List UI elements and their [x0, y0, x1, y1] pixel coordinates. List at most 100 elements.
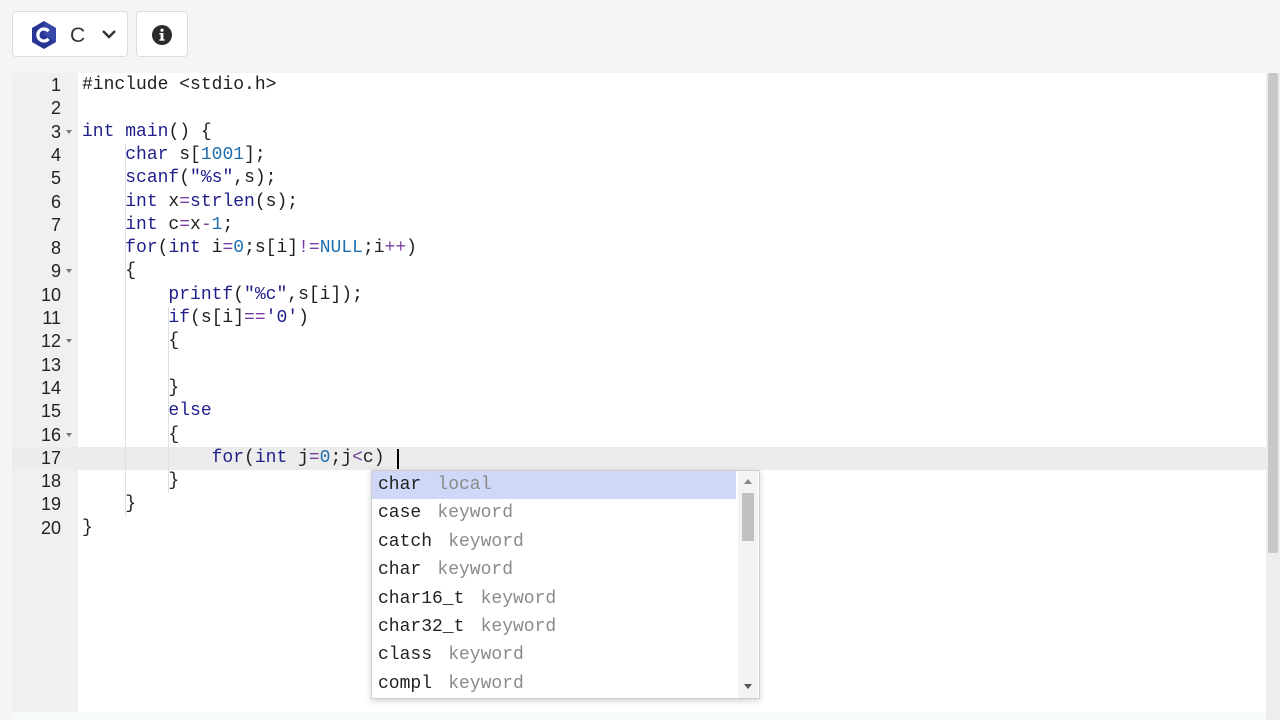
- autocomplete-item[interactable]: catch keyword: [372, 528, 736, 556]
- autocomplete-popup: char local case keyword catch keyword char keyw…: [371, 470, 760, 699]
- autocomplete-item[interactable]: compl keyword: [372, 670, 736, 698]
- autocomplete-item-kind: keyword: [480, 617, 557, 637]
- editor-scrollbar[interactable]: [1266, 73, 1280, 720]
- autocomplete-item-kind: keyword: [437, 560, 514, 581]
- editor-scrollbar-thumb[interactable]: [1268, 73, 1278, 553]
- autocomplete-item[interactable]: char32_t keyword: [372, 613, 736, 641]
- code-line[interactable]: 2: [12, 97, 1266, 120]
- fold-arrow-icon[interactable]: [66, 432, 72, 437]
- code-line[interactable]: 12 {: [12, 330, 1266, 353]
- code-line[interactable]: 8 for(int i=0;s[i]!=NULL;i++): [12, 237, 1266, 260]
- editor-bottom-edge: [12, 712, 1266, 720]
- line-number: 3: [50, 121, 61, 142]
- code-line[interactable]: 7 int c=x-1;: [12, 214, 1266, 237]
- code-text: }: [82, 377, 180, 398]
- line-number: 4: [50, 144, 61, 165]
- code-line[interactable]: 13: [12, 354, 1266, 377]
- line-number: 14: [40, 377, 61, 398]
- code-line[interactable]: 1 #include <stdio.h>: [12, 74, 1266, 97]
- code-line[interactable]: 16 {: [12, 424, 1266, 447]
- autocomplete-item-name: char16_t: [378, 588, 465, 609]
- line-number: 16: [40, 424, 61, 445]
- text-cursor: [397, 448, 400, 469]
- autocomplete-item-name: compl: [378, 673, 433, 694]
- line-number: 13: [40, 354, 61, 375]
- line-number: 19: [40, 494, 61, 515]
- code-line[interactable]: 6 int x=strlen(s);: [12, 191, 1266, 214]
- code-text: #include <stdio.h>: [82, 75, 277, 95]
- autocomplete-item-kind: keyword: [448, 531, 524, 552]
- line-number: 20: [40, 517, 61, 538]
- code-text: for(int i=0;s[i]!=NULL;i++): [125, 238, 417, 259]
- code-text: }: [82, 494, 137, 515]
- code-text: int x=strlen(s);: [125, 191, 299, 212]
- line-number: 9: [50, 261, 61, 282]
- code-text: printf("%c",s[i]);: [168, 284, 363, 305]
- language-selector-button[interactable]: C: [12, 11, 128, 57]
- autocomplete-item-name: char32_t: [378, 617, 465, 637]
- line-number: 11: [42, 308, 61, 328]
- code-line[interactable]: 10 printf("%c",s[i]);: [12, 284, 1266, 307]
- scroll-down-arrow-icon[interactable]: [744, 684, 752, 689]
- indent-guide: [168, 353, 170, 401]
- line-number: 2: [50, 98, 61, 119]
- autocomplete-item-kind: keyword: [448, 673, 524, 694]
- toolbar: C: [0, 0, 1280, 72]
- line-number: 8: [50, 238, 61, 259]
- chevron-down-icon: [102, 30, 116, 39]
- language-label: C: [70, 24, 86, 47]
- code-text: else: [168, 401, 212, 422]
- code-text: int main() {: [82, 121, 212, 142]
- autocomplete-scrollbar[interactable]: [738, 471, 758, 698]
- code-line[interactable]: 9 {: [12, 260, 1266, 283]
- scroll-up-arrow-icon[interactable]: [744, 479, 752, 484]
- autocomplete-item[interactable]: case keyword: [372, 499, 736, 527]
- fold-arrow-icon[interactable]: [66, 269, 72, 274]
- indent-guide: [168, 446, 170, 471]
- code-text: for(int j=0;j<c): [211, 447, 385, 468]
- info-button[interactable]: [136, 11, 188, 57]
- c-language-logo-icon: [32, 21, 56, 49]
- code-text: {: [82, 424, 180, 445]
- code-text: }: [82, 517, 93, 538]
- autocomplete-item[interactable]: char16_t keyword: [372, 585, 736, 613]
- line-number: 1: [50, 75, 61, 95]
- info-icon: [152, 25, 172, 45]
- autocomplete-item-name: char: [378, 475, 422, 495]
- autocomplete-item[interactable]: class keyword: [372, 641, 736, 669]
- code-line[interactable]: 14 }: [12, 377, 1266, 400]
- code-text: {: [82, 261, 137, 282]
- code-line[interactable]: 17 for(int j=0;j<c): [12, 446, 1266, 471]
- autocomplete-scrollbar-thumb[interactable]: [742, 493, 754, 541]
- line-number: 10: [40, 284, 61, 305]
- autocomplete-item[interactable]: char keyword: [372, 556, 736, 584]
- indent-guide: [125, 143, 127, 517]
- autocomplete-item-name: catch: [378, 531, 433, 552]
- code-line[interactable]: 11 if(s[i]=='0'): [12, 307, 1266, 330]
- fold-arrow-icon[interactable]: [66, 339, 72, 344]
- line-number: 12: [40, 331, 61, 352]
- fold-arrow-icon[interactable]: [66, 129, 72, 134]
- code-text: }: [82, 471, 180, 492]
- code-line[interactable]: 3 int main() {: [12, 121, 1266, 144]
- autocomplete-item[interactable]: char local: [372, 471, 736, 500]
- code-text: if(s[i]=='0'): [168, 308, 309, 328]
- line-number: 5: [50, 168, 61, 189]
- line-number: 18: [40, 471, 61, 492]
- autocomplete-item-name: case: [378, 503, 422, 524]
- autocomplete-item-kind: local: [437, 475, 492, 495]
- code-text: scanf("%s",s);: [125, 168, 277, 189]
- code-line[interactable]: 5 scanf("%s",s);: [12, 167, 1266, 190]
- code-text: {: [82, 331, 180, 352]
- code-line[interactable]: 4 char s[1001];: [12, 144, 1266, 167]
- code-line[interactable]: 15 else: [12, 400, 1266, 423]
- autocomplete-item-name: class: [378, 645, 433, 666]
- autocomplete-item-kind: keyword: [448, 645, 524, 666]
- autocomplete-item-name: char: [378, 560, 422, 581]
- line-number: 15: [40, 401, 61, 422]
- line-number: 7: [50, 214, 61, 235]
- line-number: 6: [50, 191, 61, 212]
- autocomplete-item-kind: keyword: [480, 588, 557, 609]
- code-text: char s[1001];: [125, 144, 266, 165]
- line-number: 17: [40, 447, 61, 468]
